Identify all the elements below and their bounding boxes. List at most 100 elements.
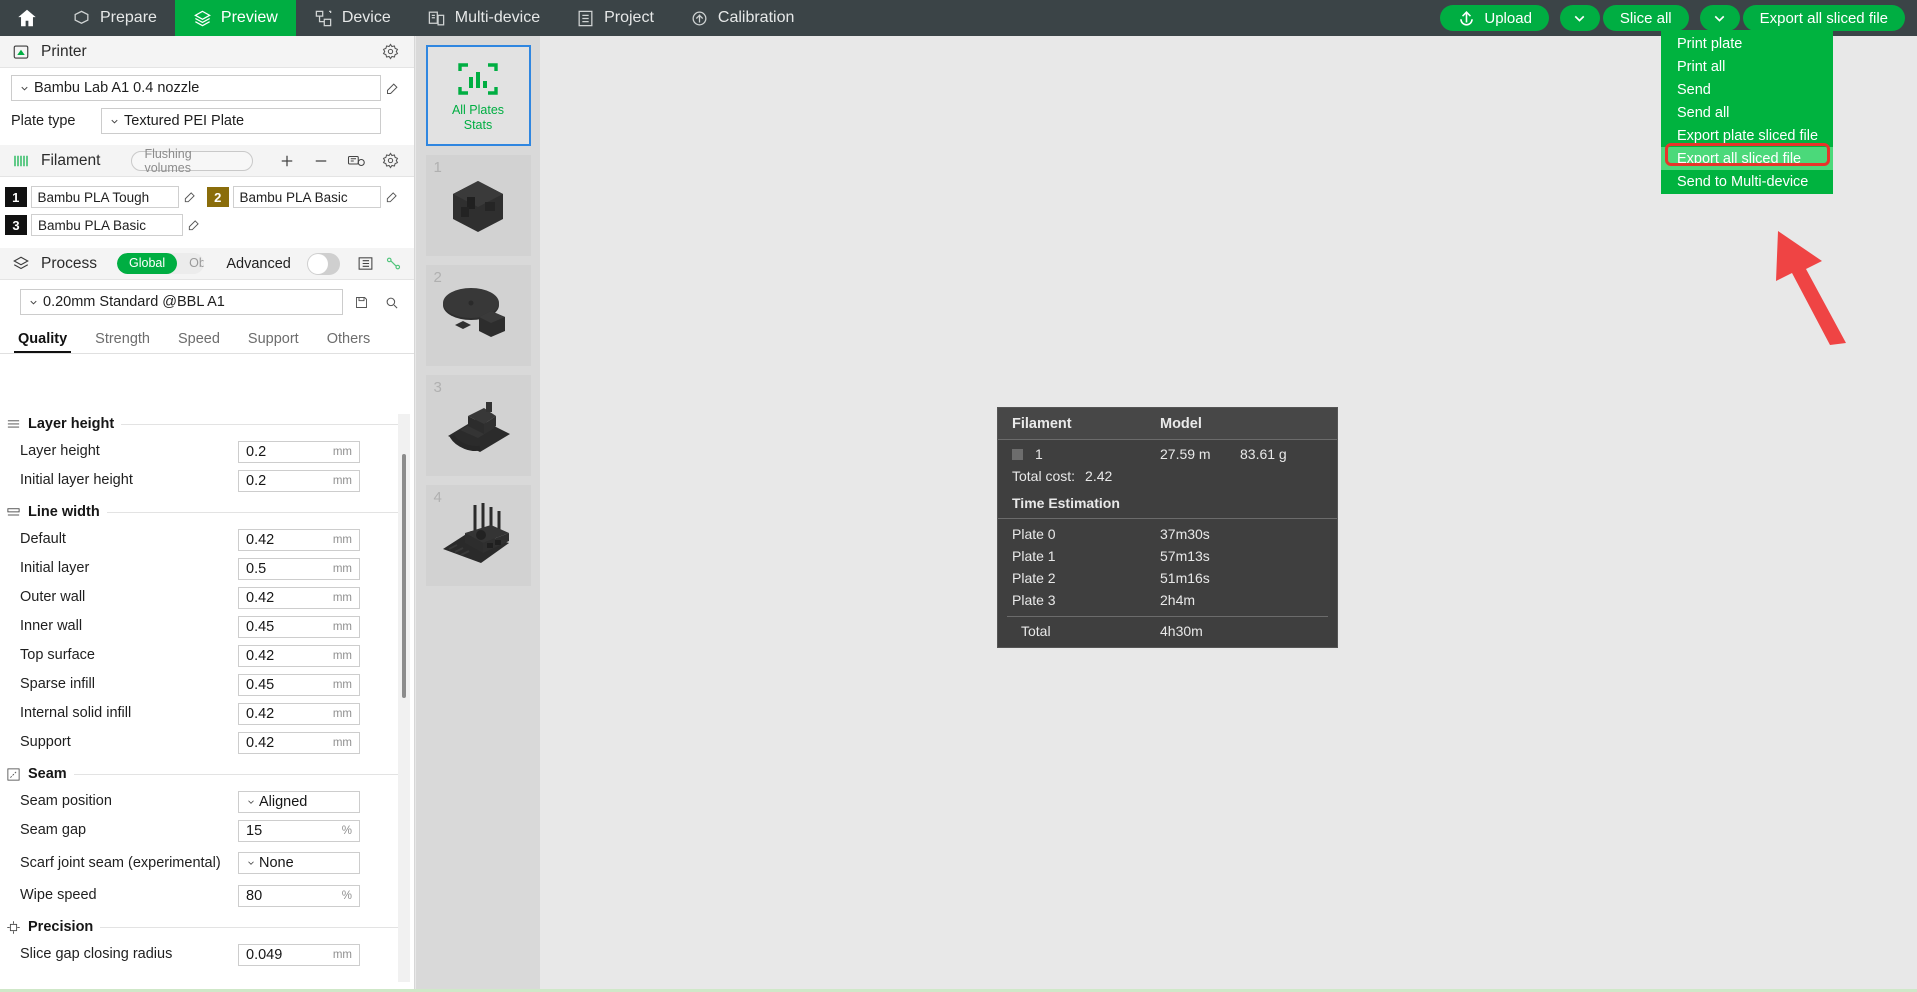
param-name: Inner wall <box>20 618 238 634</box>
plate-thumbnail-4[interactable]: 4 <box>426 485 531 586</box>
filament-edit-icon-1[interactable] <box>179 190 201 204</box>
filament-edit-icon-3[interactable] <box>183 218 205 232</box>
param-name: Outer wall <box>20 589 238 605</box>
plate-thumbnail-3[interactable]: 3 <box>426 375 531 476</box>
param-input-default[interactable]: 0.42 mm <box>238 529 360 551</box>
plate-type-row: Plate type Textured PEI Plate <box>0 101 414 134</box>
stats-plate-time: 37m30s <box>1160 526 1210 542</box>
plus-icon[interactable] <box>275 149 299 173</box>
param-value: 0.2 <box>246 473 333 489</box>
advanced-toggle[interactable] <box>307 253 340 275</box>
param-value: 0.42 <box>246 735 333 751</box>
filament-select-3[interactable]: Bambu PLA Basic <box>31 214 183 236</box>
stats-time-estimation-header: Time Estimation <box>998 489 1337 519</box>
nav-tab-prepare[interactable]: Prepare <box>54 0 175 36</box>
process-section-header: Process Global Objects Advanced <box>0 248 414 280</box>
tab-quality[interactable]: Quality <box>4 324 81 353</box>
param-value: 15 <box>246 823 342 839</box>
stats-plate-time: 51m16s <box>1160 570 1210 586</box>
plate-thumbnail-strip: All Plates Stats 1 2 <box>416 36 540 992</box>
param-input-outer-wall[interactable]: 0.42 mm <box>238 587 360 609</box>
param-input-internal-solid-infill[interactable]: 0.42 mm <box>238 703 360 725</box>
param-unit: mm <box>333 621 352 633</box>
slice-all-dropdown-toggle[interactable] <box>1560 5 1600 31</box>
compare-icon[interactable] <box>385 252 402 276</box>
nav-tab-multi-device[interactable]: Multi-device <box>409 0 558 36</box>
param-value: 0.5 <box>246 561 333 577</box>
param-input-seam-gap[interactable]: 15 % <box>238 820 360 842</box>
tab-strength[interactable]: Strength <box>81 324 164 353</box>
line-width-icon <box>6 505 21 520</box>
stats-plate-label: Plate 1 <box>1012 548 1160 564</box>
filament-slot-row: 3 Bambu PLA Basic <box>5 214 403 236</box>
stats-time-row: Plate 1 57m13s <box>998 545 1337 567</box>
plate-type-label: Plate type <box>11 113 93 129</box>
nav-tab-prepare-label: Prepare <box>100 9 157 27</box>
filament-badge-3[interactable]: 3 <box>5 215 27 235</box>
param-input-sparse-infill[interactable]: 0.45 mm <box>238 674 360 696</box>
tab-speed[interactable]: Speed <box>164 324 234 353</box>
tab-others[interactable]: Others <box>313 324 385 353</box>
printer-model-select[interactable]: Bambu Lab A1 0.4 nozzle <box>11 75 381 101</box>
menu-item-print-all[interactable]: Print all <box>1661 55 1833 78</box>
param-select-seam-position[interactable]: Aligned <box>238 791 360 813</box>
process-scope-toggle[interactable]: Global Objects <box>117 253 204 274</box>
parameter-list[interactable]: Layer height Layer height 0.2 mm Initial… <box>0 407 414 987</box>
param-input-support[interactable]: 0.42 mm <box>238 732 360 754</box>
upload-button[interactable]: Upload <box>1440 5 1549 31</box>
param-value: 0.42 <box>246 648 333 664</box>
slice-all-button[interactable]: Slice all <box>1603 5 1689 31</box>
menu-item-send-all[interactable]: Send all <box>1661 101 1833 124</box>
menu-item-export-plate-sliced-file[interactable]: Export plate sliced file <box>1661 124 1833 147</box>
menu-item-send-to-multi-device[interactable]: Send to Multi-device <box>1661 170 1833 193</box>
prepare-icon <box>72 9 91 28</box>
param-row-seam-gap: Seam gap 15 % <box>0 816 414 845</box>
param-input-inner-wall[interactable]: 0.45 mm <box>238 616 360 638</box>
flushing-volumes-button[interactable]: Flushing volumes <box>131 151 252 171</box>
filament-select-2[interactable]: Bambu PLA Basic <box>233 186 382 208</box>
minus-icon[interactable] <box>309 149 333 173</box>
export-dropdown-menu: Print plate Print all Send Send all Expo… <box>1661 30 1833 194</box>
param-input-top-surface[interactable]: 0.42 mm <box>238 645 360 667</box>
param-select-scarf-joint-seam[interactable]: None <box>238 852 360 874</box>
menu-item-export-all-sliced-file[interactable]: Export all sliced file <box>1661 147 1833 170</box>
ams-icon[interactable] <box>344 149 368 173</box>
home-icon[interactable] <box>0 0 54 36</box>
printer-settings-gear-icon[interactable] <box>378 40 402 64</box>
plate-thumbnail-1[interactable]: 1 <box>426 155 531 256</box>
all-plates-stats-button[interactable]: All Plates Stats <box>426 45 531 146</box>
nav-tab-calibration[interactable]: Calibration <box>672 0 812 36</box>
param-input-initial-layer-height[interactable]: 0.2 mm <box>238 470 360 492</box>
filament-badge-1[interactable]: 1 <box>5 187 27 207</box>
param-input-slice-gap-closing-radius[interactable]: 0.049 mm <box>238 944 360 966</box>
param-input-wipe-speed[interactable]: 80 % <box>238 885 360 907</box>
nav-tab-preview[interactable]: Preview <box>175 0 296 36</box>
scope-global-option[interactable]: Global <box>117 253 177 274</box>
menu-item-send[interactable]: Send <box>1661 78 1833 101</box>
param-name: Top surface <box>20 647 238 663</box>
printer-edit-icon[interactable] <box>381 81 403 96</box>
param-input-initial-layer[interactable]: 0.5 mm <box>238 558 360 580</box>
scope-objects-option[interactable]: Objects <box>177 253 204 274</box>
export-all-dropdown-toggle[interactable] <box>1700 5 1740 31</box>
nav-tab-project[interactable]: Project <box>558 0 672 36</box>
export-all-sliced-file-button[interactable]: Export all sliced file <box>1743 5 1905 31</box>
filament-settings-gear-icon[interactable] <box>378 149 402 173</box>
plate-thumbnail-2[interactable]: 2 <box>426 265 531 366</box>
filament-select-1[interactable]: Bambu PLA Tough <box>31 186 180 208</box>
parameter-scrollbar-thumb[interactable] <box>402 454 406 698</box>
save-icon[interactable] <box>349 290 373 314</box>
nav-tab-device-label: Device <box>342 9 391 27</box>
menu-item-print-plate[interactable]: Print plate <box>1661 32 1833 55</box>
search-icon[interactable] <box>379 290 403 314</box>
nav-tab-device[interactable]: Device <box>296 0 409 36</box>
param-input-layer-height[interactable]: 0.2 mm <box>238 441 360 463</box>
tab-support[interactable]: Support <box>234 324 313 353</box>
filament-section-header: Filament Flushing volumes <box>0 145 414 177</box>
process-preset-select[interactable]: 0.20mm Standard @BBL A1 <box>20 289 343 315</box>
filament-edit-icon-2[interactable] <box>381 190 403 204</box>
filament-badge-2[interactable]: 2 <box>207 187 229 207</box>
list-icon[interactable] <box>357 252 374 276</box>
stats-plate-label: Plate 3 <box>1012 592 1160 608</box>
plate-type-select[interactable]: Textured PEI Plate <box>101 108 381 134</box>
